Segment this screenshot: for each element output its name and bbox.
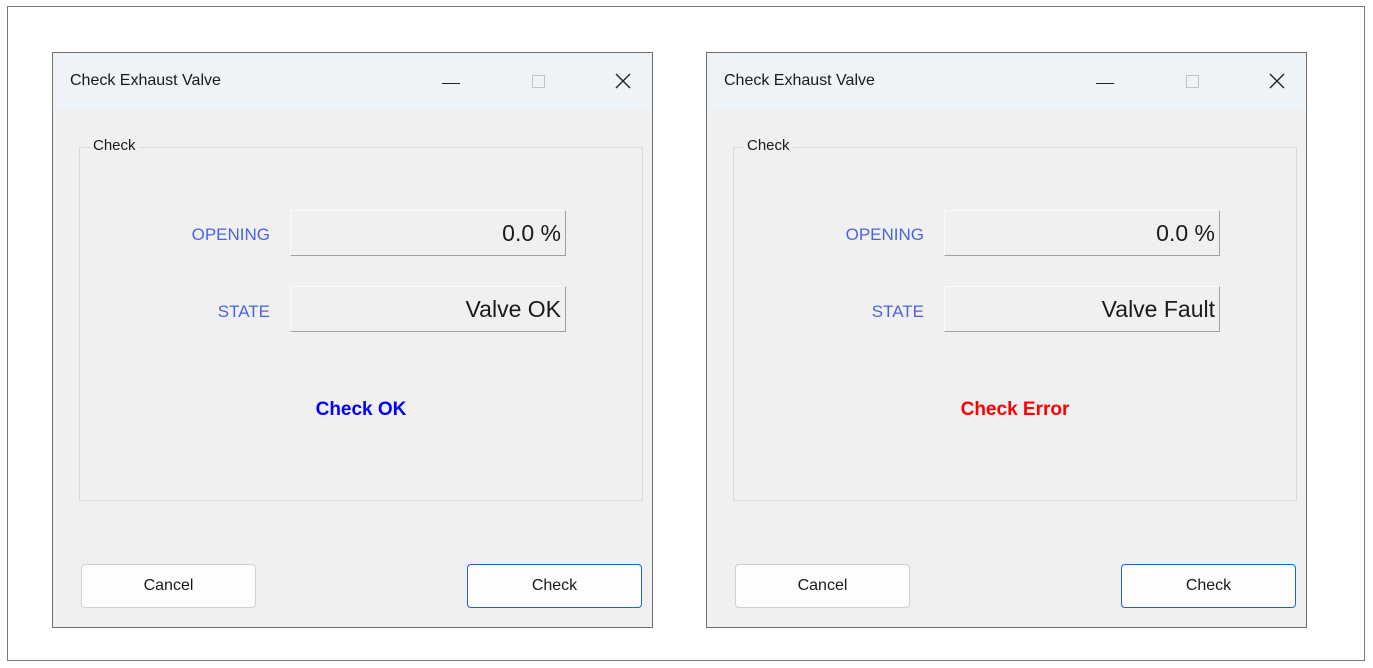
opening-label: OPENING: [191, 225, 270, 244]
check-button[interactable]: Check: [467, 564, 642, 608]
maximize-button: [1170, 62, 1214, 100]
minimize-button[interactable]: [1083, 62, 1127, 100]
window-title: Check Exhaust Valve: [724, 72, 875, 89]
opening-value-field: 0.0 %: [290, 210, 566, 256]
opening-value-field: 0.0 %: [944, 210, 1220, 256]
maximize-icon: [531, 74, 545, 88]
close-icon: [615, 73, 631, 89]
close-icon: [1269, 73, 1285, 89]
state-value-field: Valve OK: [290, 286, 566, 332]
maximize-icon: [1185, 74, 1199, 88]
close-button[interactable]: [1255, 62, 1299, 100]
groupbox-title: Check: [90, 137, 139, 154]
maximize-button: [516, 62, 560, 100]
groupbox-title: Check: [744, 137, 793, 154]
check-result-text: Check Error: [960, 399, 1070, 420]
close-button[interactable]: [601, 62, 645, 100]
state-value-field: Valve Fault: [944, 286, 1220, 332]
minimize-button[interactable]: [429, 62, 473, 100]
title-bar[interactable]: Check Exhaust Valve: [53, 53, 652, 109]
dialog-check-exhaust-valve-error: Check Exhaust Valve Check OPENING 0.0 % …: [706, 52, 1307, 628]
dialog-check-exhaust-valve-ok: Check Exhaust Valve Check OPENING 0.0 % …: [52, 52, 653, 628]
check-result-text: Check OK: [315, 399, 407, 420]
window-title: Check Exhaust Valve: [70, 72, 221, 89]
opening-label: OPENING: [845, 225, 924, 244]
cancel-button[interactable]: Cancel: [81, 564, 256, 608]
cancel-button[interactable]: Cancel: [735, 564, 910, 608]
check-button[interactable]: Check: [1121, 564, 1296, 608]
minimize-icon: [1096, 82, 1114, 84]
state-label: STATE: [217, 302, 270, 321]
minimize-icon: [442, 82, 460, 84]
state-label: STATE: [871, 302, 924, 321]
title-bar[interactable]: Check Exhaust Valve: [707, 53, 1306, 109]
